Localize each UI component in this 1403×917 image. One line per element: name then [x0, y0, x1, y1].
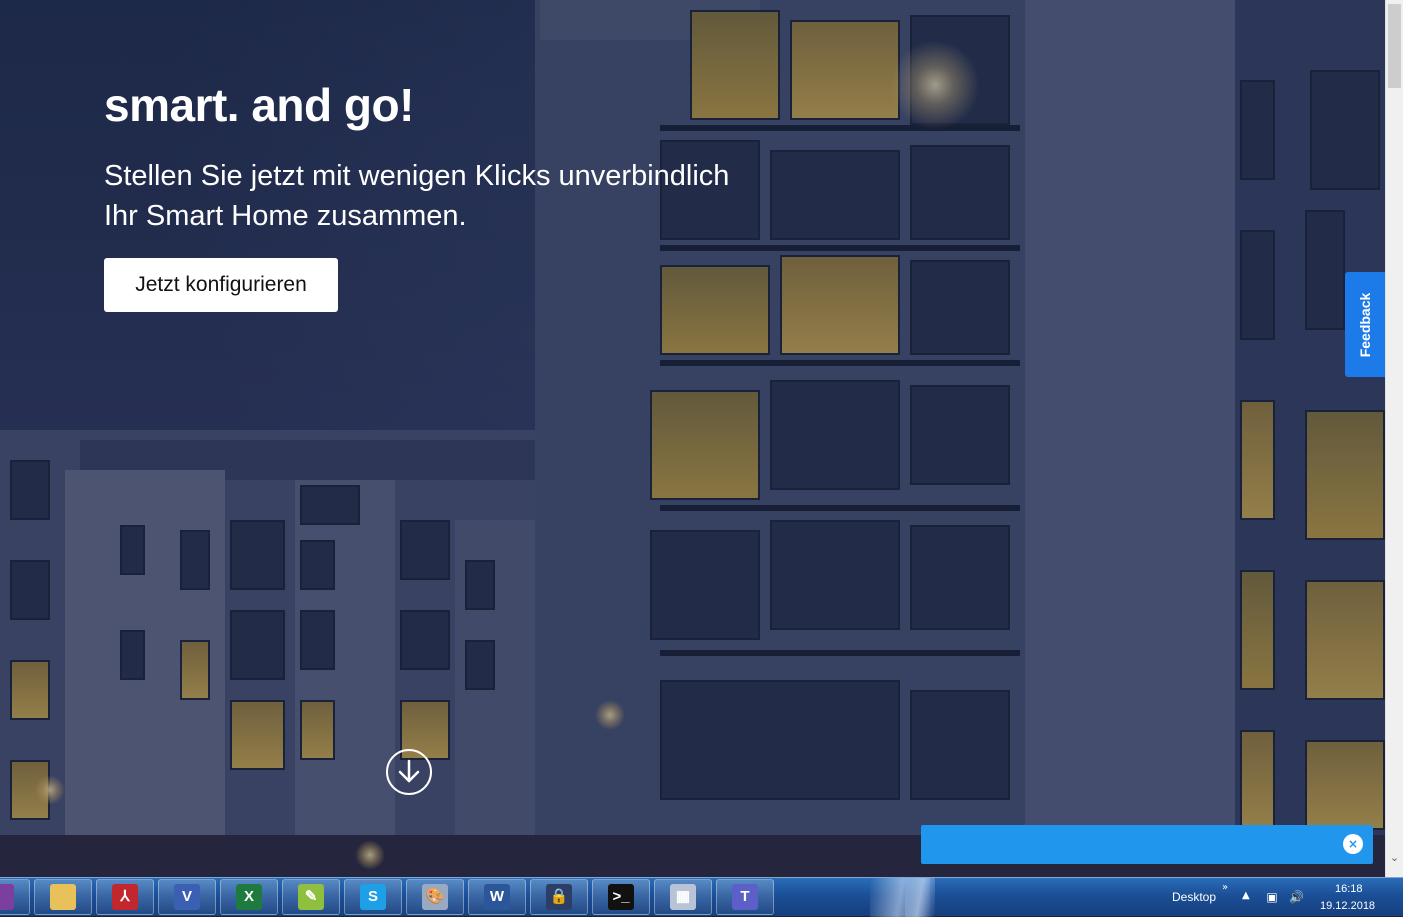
expand-toolbar-icon[interactable]: » — [1222, 882, 1228, 893]
scrollbar-thumb[interactable] — [1388, 4, 1401, 88]
taskbar-decoration — [905, 878, 935, 917]
taskbar-button-acrobat[interactable]: ⅄ — [96, 879, 154, 915]
volume-icon[interactable]: 🔊 — [1289, 890, 1304, 904]
taskbar-button-onenote[interactable] — [0, 879, 30, 915]
lock-icon: 🔒 — [546, 884, 572, 910]
visio-icon: V — [174, 884, 200, 910]
paint-icon: 🎨 — [422, 884, 448, 910]
configure-button[interactable]: Jetzt konfigurieren — [104, 258, 338, 312]
taskbar-button-file-explorer[interactable] — [34, 879, 92, 915]
page-scrollbar[interactable]: ⌄ — [1385, 0, 1403, 877]
browser-viewport: smart. and go! Stellen Sie jetzt mit wen… — [0, 0, 1385, 877]
show-hidden-icons-icon[interactable]: ▲ — [1242, 890, 1250, 901]
word-icon: W — [484, 884, 510, 910]
feedback-label: Feedback — [1357, 292, 1373, 357]
taskbar-button-excel[interactable]: X — [220, 879, 278, 915]
taskbar-button-command-prompt[interactable]: >_ — [592, 879, 650, 915]
notepad-icon: ✎ — [298, 884, 324, 910]
hero-subtitle: Stellen Sie jetzt mit wenigen Klicks unv… — [104, 160, 730, 232]
scroll-down-arrow-icon[interactable]: ⌄ — [1388, 851, 1401, 865]
clock-time[interactable]: 16:18 — [1335, 883, 1363, 895]
taskbar-button-visio[interactable]: V — [158, 879, 216, 915]
taskbar-button-calculator[interactable]: ▦ — [654, 879, 712, 915]
network-icon[interactable]: ▣ — [1265, 890, 1279, 904]
calculator-icon: ▦ — [670, 884, 696, 910]
taskbar-button-skype[interactable]: S — [344, 879, 402, 915]
windows-taskbar: ⅄ V X ✎ S 🎨 W 🔒 >_ ▦ T Desktop » ▲ ▣ 🔊 16:18 19.12… — [0, 877, 1403, 917]
clock-date[interactable]: 19.12.2018 — [1320, 900, 1375, 912]
folder-icon — [50, 884, 76, 910]
acrobat-icon: ⅄ — [112, 884, 138, 910]
excel-icon: X — [236, 884, 262, 910]
feedback-tab[interactable]: Feedback — [1345, 272, 1385, 377]
taskbar-button-paint[interactable]: 🎨 — [406, 879, 464, 915]
close-icon[interactable]: × — [1343, 834, 1363, 854]
terminal-icon: >_ — [608, 884, 634, 910]
onenote-icon — [0, 884, 14, 910]
taskbar-button-teams[interactable]: T — [716, 879, 774, 915]
taskbar-button-word[interactable]: W — [468, 879, 526, 915]
taskbar-button-notepad-plus[interactable]: ✎ — [282, 879, 340, 915]
teams-icon: T — [732, 884, 758, 910]
chat-widget-bar[interactable]: × — [921, 825, 1373, 864]
arrow-down-icon — [398, 759, 420, 783]
desktop-toolbar-label[interactable]: Desktop — [1172, 890, 1216, 904]
taskbar-button-keepass[interactable]: 🔒 — [530, 879, 588, 915]
hero-title: smart. and go! — [104, 79, 414, 131]
scroll-down-button[interactable] — [386, 749, 432, 795]
skype-icon: S — [360, 884, 386, 910]
